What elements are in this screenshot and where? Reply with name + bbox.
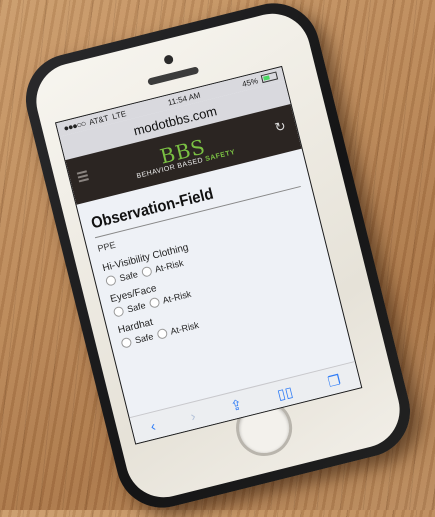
safe-label: Safe: [133, 331, 155, 346]
earpiece-speaker: [147, 66, 200, 86]
tabs-icon[interactable]: ❐: [326, 371, 342, 391]
at-risk-radio[interactable]: [155, 327, 168, 340]
safe-label: Safe: [118, 269, 139, 284]
safe-radio[interactable]: [120, 336, 133, 349]
at-risk-radio[interactable]: [140, 265, 153, 278]
menu-icon[interactable]: [76, 170, 89, 183]
front-camera: [163, 54, 175, 66]
chevron-left-icon[interactable]: ‹: [149, 417, 157, 434]
network-type: LTE: [111, 108, 128, 121]
refresh-icon[interactable]: ↻: [273, 118, 287, 136]
battery-icon: [260, 71, 279, 84]
safe-radio[interactable]: [104, 274, 117, 287]
chevron-right-icon[interactable]: ›: [189, 408, 197, 425]
share-icon[interactable]: ⇪: [229, 395, 244, 414]
safe-radio[interactable]: [112, 305, 125, 318]
safe-label: Safe: [126, 300, 147, 315]
battery-percent: 45%: [241, 75, 259, 89]
at-risk-radio[interactable]: [148, 296, 161, 309]
book-icon[interactable]: ▯▯: [275, 383, 294, 403]
iphone: ●●●○○ AT&T LTE 11:54 AM 45% modotbbs.com…: [16, 0, 420, 517]
